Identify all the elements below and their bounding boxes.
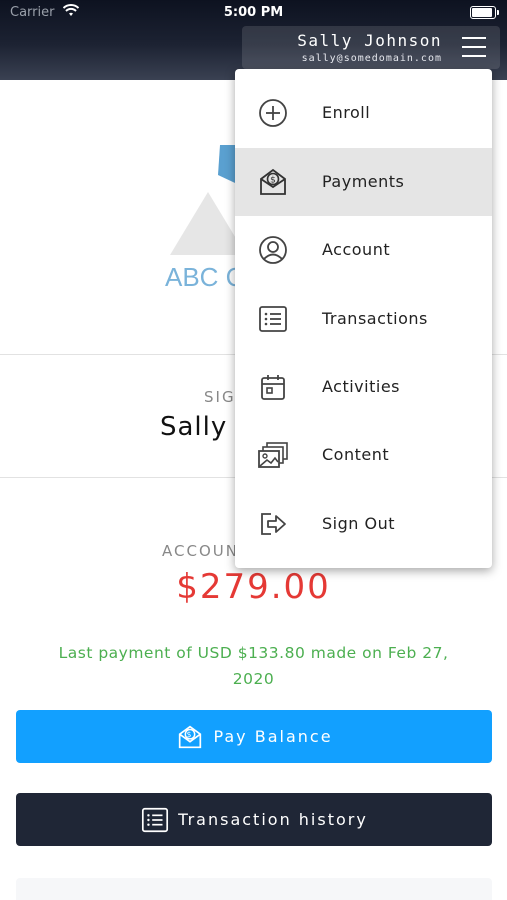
menu-item-label: Transactions xyxy=(322,309,428,328)
menu-item-transactions[interactable]: Transactions xyxy=(235,285,492,353)
card-peek xyxy=(16,878,492,900)
menu-item-payments[interactable]: $ Payments xyxy=(235,148,492,216)
logo-text: ABC C xyxy=(165,262,245,292)
signature-name: Sally xyxy=(160,412,228,442)
images-icon xyxy=(258,442,288,468)
list-icon xyxy=(259,306,287,332)
clock: 5:00 PM xyxy=(223,5,284,20)
balance-amount: $279.00 xyxy=(176,567,331,607)
list-icon xyxy=(142,807,169,832)
menu-item-label: Activities xyxy=(322,377,400,396)
menu-item-label: Enroll xyxy=(322,103,371,122)
app-header: Carrier 5:00 PM Sally Johnson sally@some… xyxy=(0,0,507,80)
menu-item-enroll[interactable]: Enroll xyxy=(235,79,492,147)
menu-item-label: Content xyxy=(322,445,390,464)
plus-circle-icon xyxy=(259,99,287,127)
pay-balance-button[interactable]: $ Pay Balance xyxy=(16,710,492,763)
user-name: Sally Johnson xyxy=(297,31,442,50)
transaction-history-label: Transaction history xyxy=(178,810,368,829)
last-payment-line: Last payment of USD $133.80 made on Feb … xyxy=(58,644,449,662)
account-balance-label: ACCOUN xyxy=(162,542,239,560)
menu-item-label: Payments xyxy=(322,172,405,191)
user-circle-icon xyxy=(259,236,287,264)
svg-text:$: $ xyxy=(270,176,276,186)
svg-text:$: $ xyxy=(187,730,194,739)
signature-label: SIG xyxy=(204,388,236,406)
menu-item-account[interactable]: Account xyxy=(235,216,492,284)
dropdown-menu: Enroll $ Payments Account Transactions A… xyxy=(235,69,492,568)
sign-out-icon xyxy=(261,513,286,535)
menu-item-content[interactable]: Content xyxy=(235,421,492,489)
hamburger-menu-button[interactable] xyxy=(460,34,490,60)
menu-item-activities[interactable]: Activities xyxy=(235,353,492,421)
payment-envelope-icon: $ xyxy=(179,725,202,748)
calendar-icon xyxy=(261,375,285,400)
last-payment-info: Last payment of USD $133.80 made on Feb … xyxy=(30,640,477,692)
battery-icon xyxy=(470,6,499,19)
menu-item-sign-out[interactable]: Sign Out xyxy=(235,490,492,558)
pay-balance-label: Pay Balance xyxy=(213,727,333,746)
menu-item-label: Sign Out xyxy=(322,514,395,533)
status-bar: Carrier 5:00 PM xyxy=(0,0,507,28)
user-email: sally@somedomain.com xyxy=(301,53,442,64)
last-payment-line: 2020 xyxy=(232,670,275,688)
user-profile-box[interactable]: Sally Johnson sally@somedomain.com xyxy=(242,26,500,69)
menu-item-label: Account xyxy=(322,240,391,259)
payment-envelope-icon: $ xyxy=(260,168,286,195)
transaction-history-button[interactable]: Transaction history xyxy=(16,793,492,846)
